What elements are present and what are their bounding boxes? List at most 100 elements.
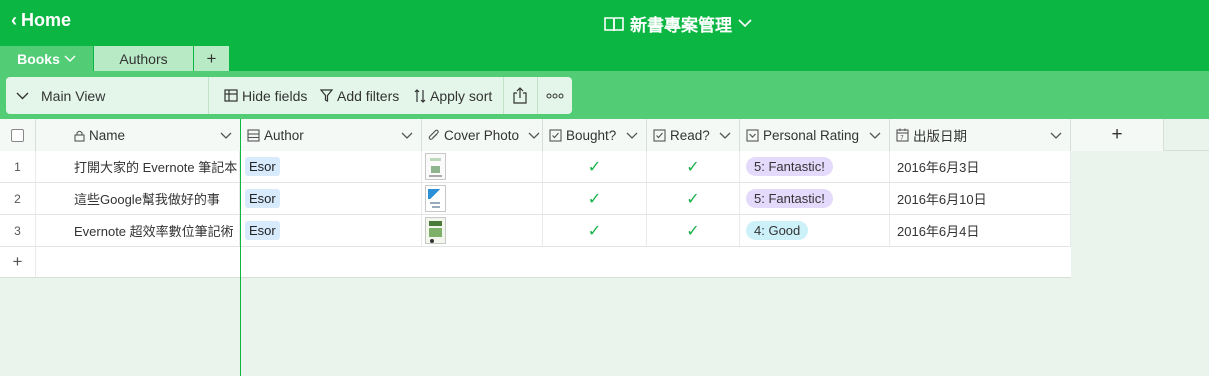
bought-cell[interactable]: ✓ (543, 215, 647, 246)
cover-thumbnail[interactable] (425, 153, 446, 180)
home-link[interactable]: ‹ Home (11, 10, 71, 31)
plus-icon: + (206, 48, 217, 68)
chevron-down-icon[interactable] (528, 128, 540, 143)
read-cell[interactable]: ✓ (647, 151, 740, 182)
read-cell[interactable]: ✓ (647, 183, 740, 214)
column-header-label: Personal Rating (763, 127, 860, 143)
select-icon (746, 128, 759, 142)
grid-header: Name Author Cover Photo Bought? Read? Pe (0, 119, 1209, 151)
column-header-bought[interactable]: Bought? (543, 119, 647, 151)
svg-text:7: 7 (900, 135, 904, 142)
table-row[interactable]: 3 Evernote 超效率數位筆記術 Esor ✓ ✓ 4: Good 201… (0, 215, 1071, 247)
author-cell[interactable]: Esor (241, 183, 422, 214)
rating-pill: 4: Good (746, 221, 809, 240)
table-row[interactable]: 1 打開大家的 Evernote 筆記本 Esor ✓ ✓ 5: Fantast… (0, 151, 1071, 183)
add-record-button[interactable]: + (0, 247, 36, 277)
tab-authors-label: Authors (119, 50, 168, 67)
name-value: Evernote 超效率數位筆記術 (74, 224, 234, 239)
share-button[interactable] (509, 77, 531, 114)
date-cell[interactable]: 2016年6月10日 (890, 183, 1071, 214)
add-field-button[interactable]: + (1071, 119, 1164, 151)
author-chip[interactable]: Esor (245, 221, 280, 240)
apply-sort-button[interactable]: Apply sort (414, 77, 492, 114)
cover-photo-cell[interactable] (422, 215, 543, 246)
rating-cell[interactable]: 5: Fantastic! (740, 183, 890, 214)
author-chip[interactable]: Esor (245, 157, 280, 176)
check-icon: ✓ (587, 190, 602, 208)
bought-cell[interactable]: ✓ (543, 183, 647, 214)
check-icon: ✓ (686, 222, 700, 240)
name-cell[interactable]: 打開大家的 Evernote 筆記本 (36, 151, 240, 182)
tab-books[interactable]: Books (0, 46, 93, 71)
column-header-author[interactable]: Author (241, 119, 422, 151)
column-header-label: Name (89, 127, 126, 143)
check-icon: ✓ (686, 158, 700, 176)
filter-icon (320, 89, 333, 102)
chevron-down-icon[interactable] (869, 128, 881, 143)
name-cell[interactable]: Evernote 超效率數位筆記術 (36, 215, 240, 246)
sort-icon (414, 88, 426, 103)
chevron-down-icon[interactable] (719, 128, 731, 143)
bought-cell[interactable]: ✓ (543, 151, 647, 182)
column-header-read[interactable]: Read? (647, 119, 740, 151)
read-cell[interactable]: ✓ (647, 215, 740, 246)
chevron-down-icon (64, 55, 76, 62)
date-cell[interactable]: 2016年6月4日 (890, 215, 1071, 246)
column-header-label: Bought? (566, 127, 617, 143)
chevron-left-icon: ‹ (11, 10, 17, 30)
chevron-down-icon[interactable] (1050, 128, 1062, 143)
chevron-down-icon[interactable] (401, 128, 413, 143)
plus-icon: + (1111, 124, 1123, 145)
row-number: 1 (0, 151, 36, 182)
chevron-down-icon[interactable] (626, 128, 638, 143)
tab-authors[interactable]: Authors (94, 46, 193, 71)
add-filters-button[interactable]: Add filters (320, 77, 399, 114)
check-icon: ✓ (587, 158, 602, 176)
view-switcher[interactable]: Main View (6, 77, 209, 114)
chevron-down-icon (738, 19, 752, 28)
view-name: Main View (41, 87, 106, 104)
column-header-cover-photo[interactable]: Cover Photo (422, 119, 543, 151)
plus-icon: + (12, 252, 23, 271)
more-options-button[interactable] (544, 77, 566, 114)
cover-thumbnail[interactable] (425, 185, 446, 212)
column-header-label: Author (264, 127, 304, 143)
add-table-button[interactable]: + (194, 46, 229, 71)
hide-fields-button[interactable]: Hide fields (224, 77, 307, 114)
checkbox-icon (653, 128, 666, 142)
check-icon: ✓ (587, 222, 602, 240)
author-chip[interactable]: Esor (245, 189, 280, 208)
hide-fields-label: Hide fields (242, 87, 308, 104)
column-header-publish-date[interactable]: 7 出版日期 (890, 119, 1071, 151)
author-cell[interactable]: Esor (241, 151, 422, 182)
add-record-row[interactable]: + (0, 247, 1071, 278)
column-header-label: Cover Photo (444, 127, 520, 143)
chevron-down-icon[interactable] (220, 128, 232, 143)
cover-photo-cell[interactable] (422, 183, 543, 214)
home-label: Home (21, 10, 72, 30)
add-filters-label: Add filters (337, 87, 400, 104)
select-all-cell[interactable] (0, 119, 36, 151)
app-header: ‹ Home 新書專案管理 (0, 0, 1209, 46)
share-icon (513, 87, 527, 104)
toolbar-divider (503, 77, 504, 114)
name-value: 打開大家的 Evernote 筆記本 (74, 160, 238, 175)
row-number: 3 (0, 215, 36, 246)
column-header-label: 出版日期 (913, 129, 967, 144)
name-cell[interactable]: 這些Google幫我做好的事 (36, 183, 240, 214)
paperclip-icon (428, 129, 440, 142)
cover-thumbnail[interactable] (425, 217, 446, 244)
rating-cell[interactable]: 5: Fantastic! (740, 151, 890, 182)
date-cell[interactable]: 2016年6月3日 (890, 151, 1071, 182)
select-all-checkbox[interactable] (11, 128, 24, 142)
cover-photo-cell[interactable] (422, 151, 543, 182)
base-title-menu[interactable]: 新書專案管理 (604, 11, 752, 36)
column-header-personal-rating[interactable]: Personal Rating (740, 119, 890, 151)
table-row[interactable]: 2 這些Google幫我做好的事 Esor ✓ ✓ 5: Fantastic! … (0, 183, 1071, 215)
author-cell[interactable]: Esor (241, 215, 422, 246)
lock-icon (74, 129, 85, 142)
rating-cell[interactable]: 4: Good (740, 215, 890, 246)
table-tabs: Books Authors + (0, 46, 1209, 71)
column-header-name[interactable]: Name (36, 119, 241, 151)
view-toolbar: Main View Hide fields Add filters Apply … (0, 71, 1209, 119)
